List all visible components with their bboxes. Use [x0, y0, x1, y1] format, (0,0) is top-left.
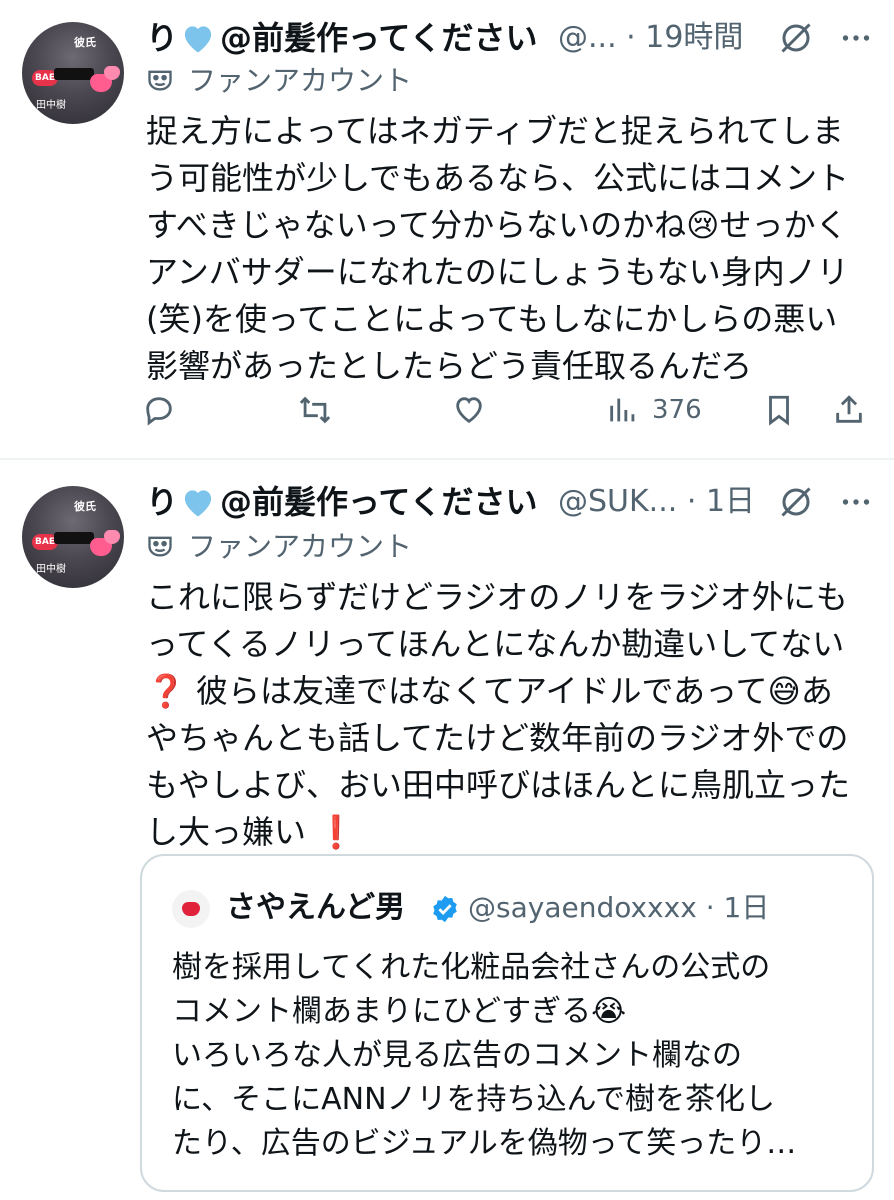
avatar-glasses [54, 532, 94, 544]
repost-button[interactable] [298, 386, 332, 434]
quoted-display-name[interactable]: さやえんど男 [226, 884, 405, 932]
separator-dot: · [686, 484, 697, 519]
separator-dot: · [705, 891, 715, 924]
views-button[interactable]: 376 [606, 386, 716, 434]
quoted-handle-text: @sayaendoxxxx [468, 891, 697, 924]
bookmark-button[interactable] [762, 386, 796, 434]
handle-text: @SUK... [558, 484, 678, 519]
tweet-text-line: ❓ 彼らは友達ではなくてアイドルであって😅あ [146, 672, 833, 710]
avatar-text-bottom: 田中樹 [36, 100, 66, 111]
quoted-text-line: コメント欄あまりにひどすぎる😭 [172, 994, 627, 1029]
red-heart-icon [182, 902, 200, 916]
separator-dot: · [626, 20, 636, 55]
quoted-text-line: いろいろな人が見る広告のコメント欄なの [172, 1038, 742, 1073]
tweet-header: り @前髪作ってください @SUK... · 1日 [146, 478, 886, 526]
display-name-prefix[interactable]: り [146, 478, 178, 526]
tweet-header: り @前髪作ってください @... · 19時間 [146, 14, 886, 62]
quoted-tweet[interactable]: さやえんど男 @sayaendoxxxx · 1日 樹を採用してくれた化粧品会社… [140, 854, 874, 1192]
tweet-text-line: アンバサダーになれたのにしょうもない身内ノリ [146, 253, 849, 291]
more-options-icon[interactable] [838, 20, 874, 56]
avatar-glasses [54, 68, 94, 80]
display-name-suffix[interactable]: @前髪作ってください [220, 478, 537, 526]
light-blue-heart-icon [184, 490, 212, 517]
quoted-text: 樹を採用してくれた化粧品会社さんの公式の コメント欄あまりにひどすぎる😭 いろい… [172, 946, 852, 1166]
views-count: 376 [652, 395, 702, 425]
verified-badge-icon [433, 895, 457, 923]
tweet-text-line: う可能性が少しでもあるなら、公式にはコメント [146, 159, 850, 197]
tweet-text-line: もやしよび、おい田中呼びはほんとに鳥肌立った [146, 766, 851, 804]
display-name-suffix[interactable]: @前髪作ってください [220, 14, 537, 62]
share-icon [836, 395, 862, 423]
tweet-text: これに限らずだけどラジオのノリをラジオ外にも ってくるノリってほんとになんか勘違… [146, 574, 866, 856]
tweet-text-line: し大っ嫌い ❗ [146, 813, 357, 851]
quoted-handle[interactable]: @sayaendoxxxx · 1日 [468, 884, 769, 932]
timestamp[interactable]: 19時間 [645, 20, 743, 55]
avatar-text-top: 彼氏 [74, 36, 96, 49]
views-icon [610, 398, 635, 422]
reply-button[interactable] [142, 386, 176, 434]
display-name-prefix[interactable]: り [146, 14, 178, 62]
tweet-text-line: ってくるノリってほんとになんか勘違いしてない [146, 625, 845, 663]
quoted-timestamp: 1日 [723, 891, 770, 924]
user-handle[interactable]: @... · 19時間 [558, 14, 743, 62]
repost-icon [299, 396, 331, 424]
avatar-heart [104, 66, 120, 80]
avatar-text-top: 彼氏 [74, 500, 96, 513]
quoted-text-line: に、そこにANNノリを持ち込んで樹を茶化し [172, 1082, 776, 1117]
tweet-text-line: すべきじゃないって分からないのかね😢せっかく [146, 206, 848, 244]
grok-icon[interactable] [778, 484, 814, 520]
mask-icon [148, 536, 172, 557]
tweet-text-line: 捉え方によってはネガティブだと捉えられてしま [146, 112, 844, 150]
handle-text: @... [558, 20, 617, 55]
bookmark-icon [769, 395, 789, 426]
tweet-text-line: (笑)を使ってことによってもしなにかしらの悪い [146, 300, 838, 338]
more-options-icon[interactable] [838, 484, 874, 520]
quoted-text-line: たり、広告のビジュアルを偽物って笑ったり… [172, 1126, 797, 1161]
tweet-text-line: やちゃんとも話してたけど数年前のラジオ外での [146, 719, 849, 757]
avatar-heart [104, 530, 120, 544]
reply-icon [146, 397, 172, 426]
tweet-text: 捉え方によってはネガティブだと捉えられてしま う可能性が少しでもあるなら、公式に… [146, 108, 866, 390]
quoted-text-line: 樹を採用してくれた化粧品会社さんの公式の [172, 950, 771, 985]
mask-icon [148, 70, 172, 91]
avatar[interactable]: 彼氏 BAE 田中樹 [22, 486, 124, 588]
divider [0, 458, 894, 460]
avatar-text-bottom: 田中樹 [36, 564, 66, 575]
tweet-text-line: 影響があったとしたらどう責任取るんだろ [146, 347, 753, 385]
avatar[interactable]: 彼氏 BAE 田中樹 [22, 22, 124, 124]
grok-icon[interactable] [778, 20, 814, 56]
fan-account-text: ファンアカウント [188, 64, 413, 97]
like-button[interactable] [452, 386, 486, 434]
tweet-1[interactable]: 彼氏 BAE 田中樹 り @前髪作ってください @... · 19時間 ファンア… [0, 0, 894, 458]
timestamp[interactable]: 1日 [706, 484, 755, 519]
tweet-text-line: これに限らずだけどラジオのノリをラジオ外にも [146, 578, 848, 616]
tweet-2[interactable]: 彼氏 BAE 田中樹 り @前髪作ってください @SUK... · 1日 ファン… [0, 462, 894, 1200]
fan-account-text: ファンアカウント [188, 530, 413, 563]
light-blue-heart-icon [184, 26, 212, 53]
heart-icon [456, 397, 482, 424]
share-button[interactable] [832, 386, 866, 434]
action-bar: 376 [142, 386, 872, 434]
user-handle[interactable]: @SUK... · 1日 [558, 478, 755, 526]
quoted-avatar[interactable] [172, 890, 210, 928]
